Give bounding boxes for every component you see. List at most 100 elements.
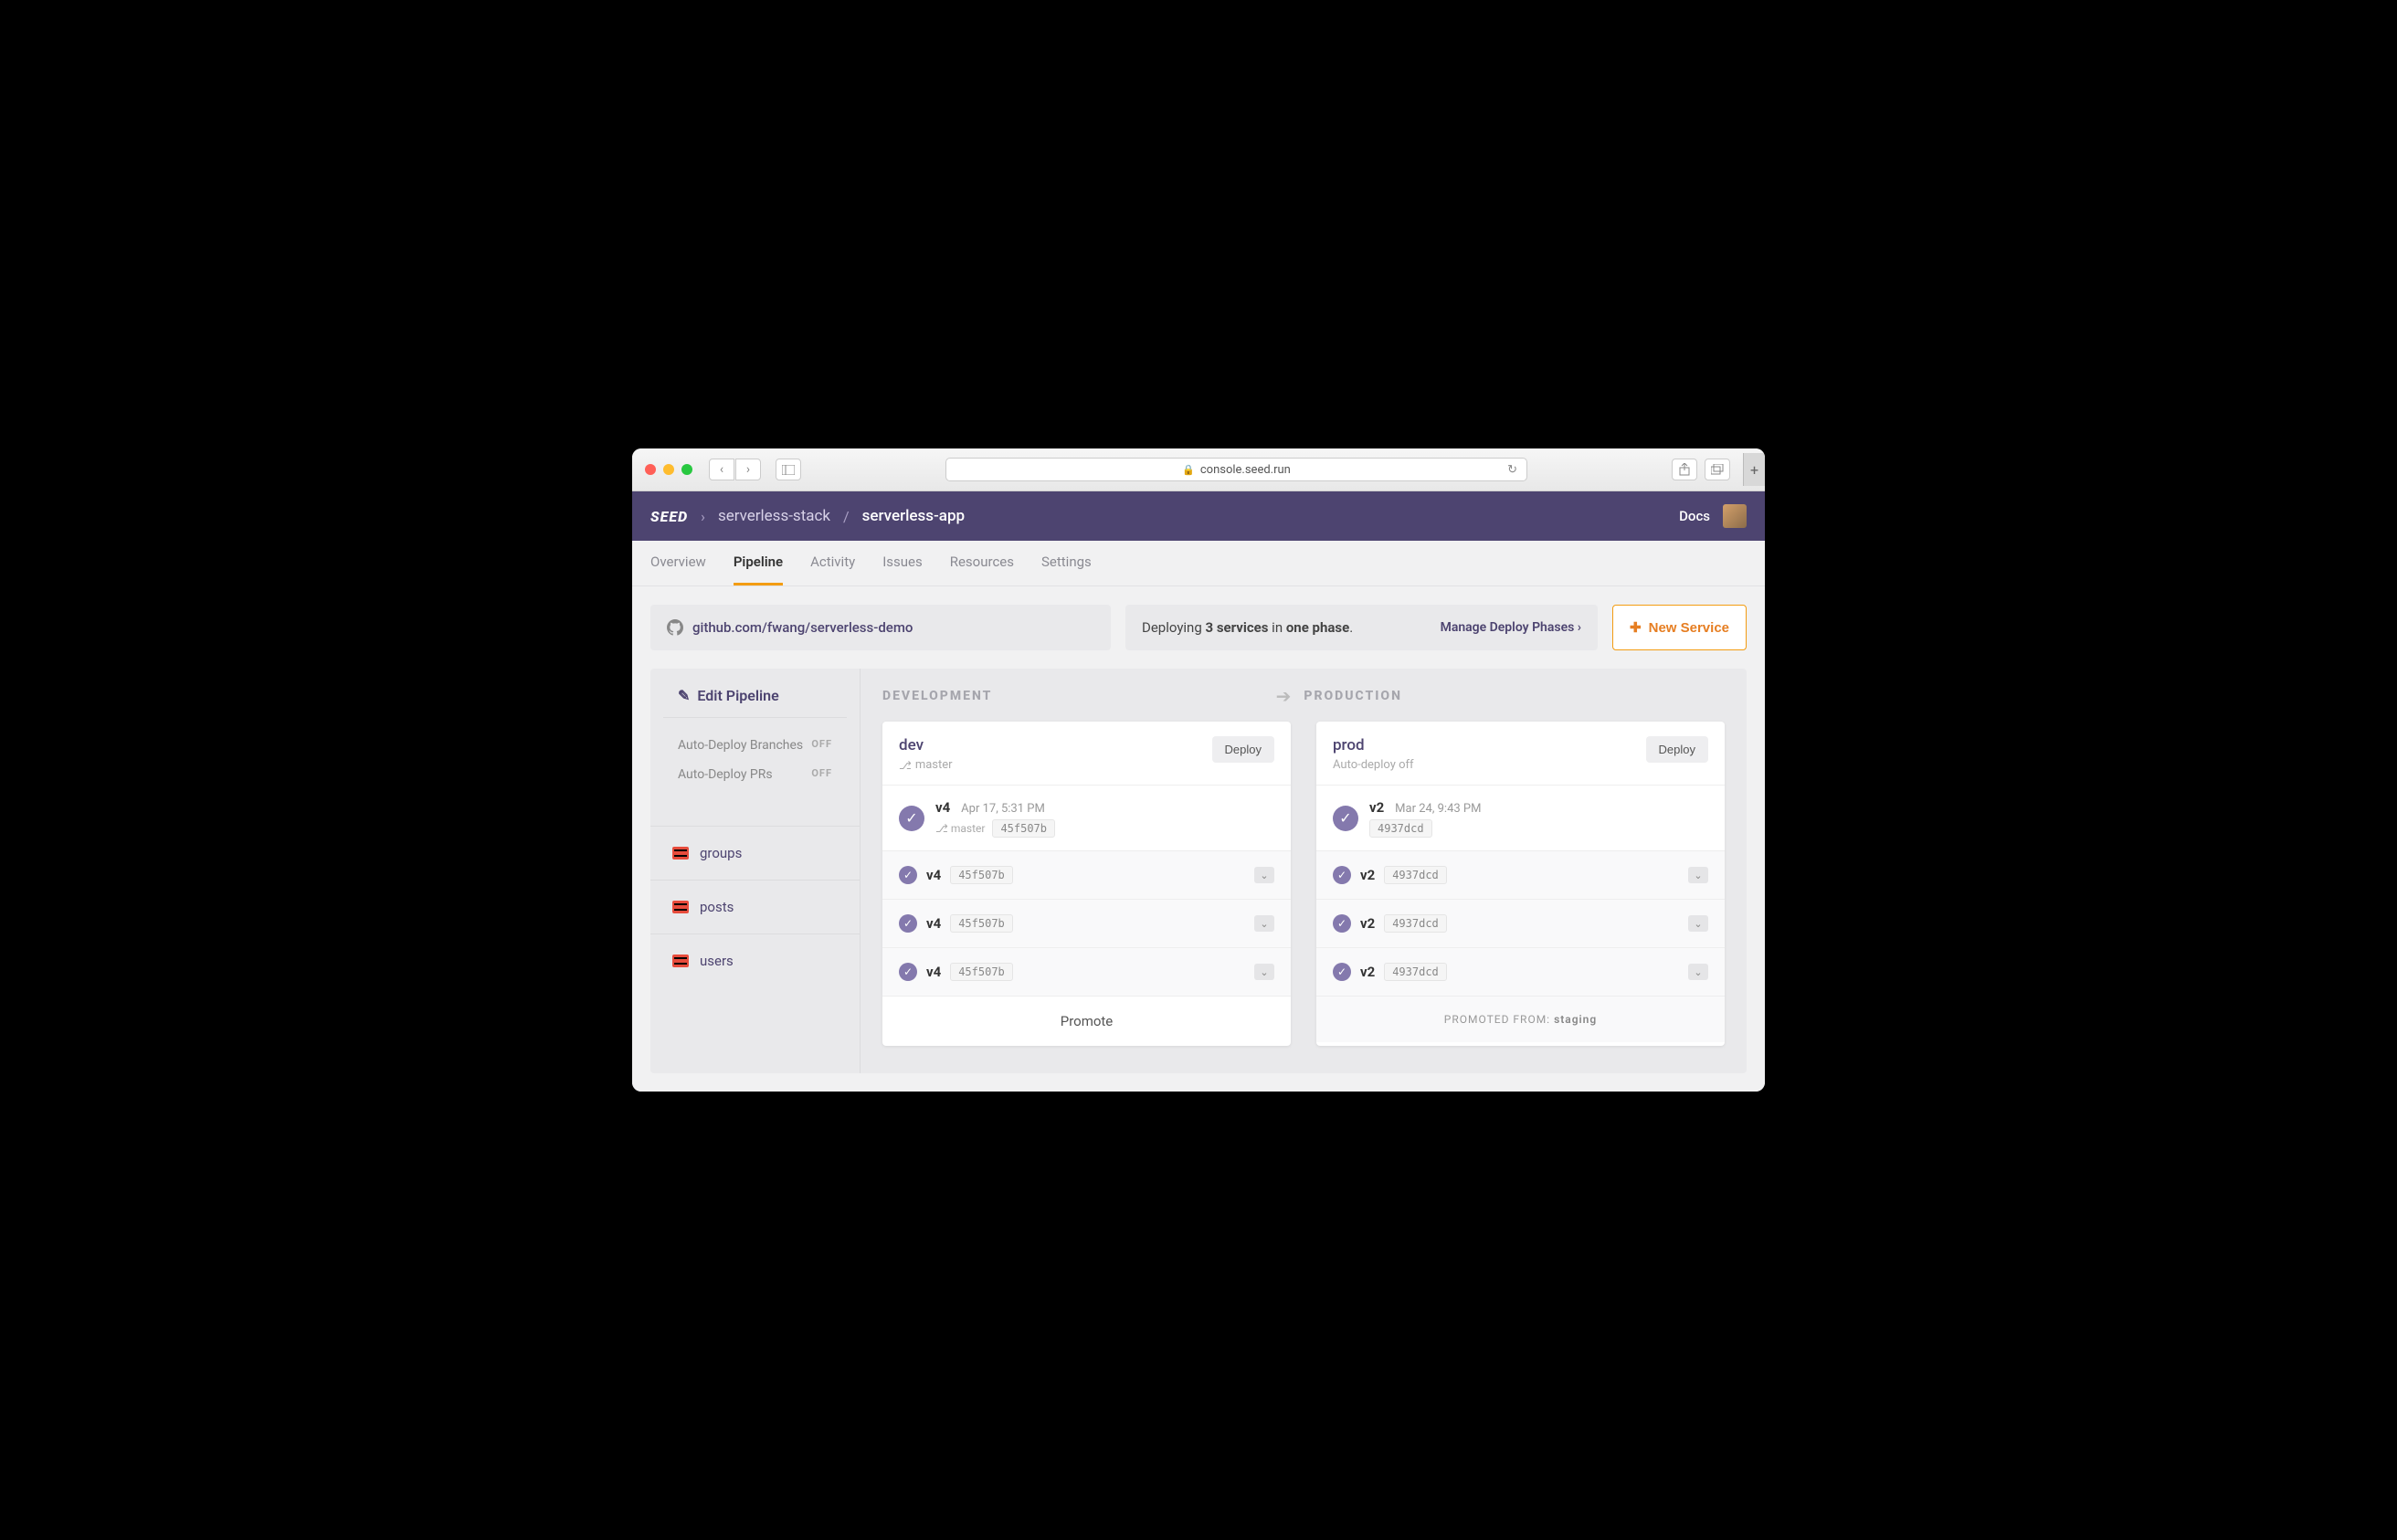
lock-icon: 🔒 — [1182, 464, 1195, 476]
check-icon: ✓ — [899, 914, 917, 933]
build-time: Apr 17, 5:31 PM — [961, 802, 1045, 816]
tab-overview[interactable]: Overview — [650, 541, 706, 585]
arrow-icon: ➔ — [1276, 685, 1292, 707]
close-window-icon[interactable] — [645, 464, 656, 475]
expand-button[interactable]: ⌄ — [1688, 867, 1708, 883]
docs-link[interactable]: Docs — [1679, 508, 1710, 524]
build-version: v2 — [1369, 799, 1384, 816]
share-button[interactable] — [1672, 459, 1697, 480]
stage-card-dev: dev ⎇ master Deploy ✓ v4 — [882, 722, 1291, 1046]
breadcrumb-app[interactable]: serverless-app — [862, 507, 965, 525]
dev-header: DEVELOPMENT — [882, 689, 1304, 703]
sidebar-service-groups[interactable]: groups — [650, 826, 860, 880]
browser-window: ‹ › 🔒 console.seed.run ↻ + SEED › server… — [632, 448, 1765, 1092]
pipeline: ✎ Edit Pipeline Auto-Deploy Branches OFF… — [650, 669, 1747, 1073]
tab-settings[interactable]: Settings — [1041, 541, 1092, 585]
check-icon: ✓ — [899, 963, 917, 981]
deploy-button-dev[interactable]: Deploy — [1212, 736, 1274, 763]
check-icon: ✓ — [899, 806, 924, 831]
address-bar[interactable]: 🔒 console.seed.run ↻ — [945, 458, 1527, 481]
services-section: ✓ v2 4937dcd ⌄ ✓ v2 4937dcd ⌄ — [1316, 850, 1725, 996]
app-header: SEED › serverless-stack / serverless-app… — [632, 491, 1765, 541]
tab-activity[interactable]: Activity — [810, 541, 855, 585]
stage-sub: Auto-deploy off — [1333, 758, 1414, 772]
reload-icon[interactable]: ↻ — [1507, 463, 1517, 477]
hash-tag: 4937dcd — [1384, 866, 1447, 884]
deploy-button-prod[interactable]: Deploy — [1646, 736, 1708, 763]
expand-button[interactable]: ⌄ — [1254, 867, 1274, 883]
sidebar-service-posts[interactable]: posts — [650, 880, 860, 933]
build-row[interactable]: ✓ v4 Apr 17, 5:31 PM ⎇master 45f507b — [882, 786, 1291, 850]
breadcrumb-sep: › — [701, 508, 705, 525]
hash-tag: 45f507b — [992, 819, 1055, 838]
edit-pipeline-label: Edit Pipeline — [697, 687, 778, 704]
forward-button[interactable]: › — [735, 459, 761, 480]
back-button[interactable]: ‹ — [709, 459, 734, 480]
pencil-icon: ✎ — [678, 687, 690, 704]
build-version: v4 — [926, 867, 941, 883]
hash-tag: 45f507b — [950, 914, 1013, 933]
sidebar-toggle-button[interactable] — [776, 459, 801, 480]
url-text: console.seed.run — [1200, 463, 1291, 477]
breadcrumb-org[interactable]: serverless-stack — [718, 507, 830, 525]
plus-icon: ✚ — [1630, 619, 1642, 636]
deploy-text: Deploying 3 services in one phase. — [1142, 619, 1353, 636]
breadcrumb-sep: / — [843, 508, 850, 525]
build-version: v4 — [926, 964, 941, 980]
service-build: ✓ v4 45f507b ⌄ — [882, 948, 1291, 996]
browser-chrome: ‹ › 🔒 console.seed.run ↻ + — [632, 448, 1765, 491]
hash-tag: 4937dcd — [1384, 963, 1447, 981]
hash-tag: 45f507b — [950, 963, 1013, 981]
check-icon: ✓ — [1333, 806, 1358, 831]
auto-deploy-prs[interactable]: Auto-Deploy PRs OFF — [663, 760, 847, 789]
logo[interactable]: SEED — [650, 508, 688, 525]
service-build: ✓ v2 4937dcd ⌄ — [1316, 851, 1725, 900]
tab-issues[interactable]: Issues — [882, 541, 923, 585]
pipeline-main: DEVELOPMENT ➔ PRODUCTION dev ⎇ master — [861, 669, 1747, 1073]
build-version: v4 — [935, 799, 950, 816]
service-list: groups posts users — [650, 826, 860, 987]
auto-deploy-branches[interactable]: Auto-Deploy Branches OFF — [663, 731, 847, 760]
new-service-label: New Service — [1649, 620, 1729, 636]
new-service-button[interactable]: ✚ New Service — [1612, 605, 1747, 650]
services-section: ✓ v4 45f507b ⌄ ✓ v4 45f507b ⌄ — [882, 850, 1291, 996]
avatar[interactable] — [1723, 504, 1747, 528]
maximize-window-icon[interactable] — [681, 464, 692, 475]
tabs-button[interactable] — [1705, 459, 1730, 480]
branch-tag: ⎇master — [935, 822, 985, 835]
traffic-lights — [645, 464, 692, 475]
stages-row: dev ⎇ master Deploy ✓ v4 — [882, 722, 1725, 1046]
expand-button[interactable]: ⌄ — [1688, 915, 1708, 932]
expand-button[interactable]: ⌄ — [1688, 964, 1708, 980]
new-tab-button[interactable]: + — [1743, 453, 1765, 486]
tabs: Overview Pipeline Activity Issues Resour… — [632, 541, 1765, 586]
service-build: ✓ v2 4937dcd ⌄ — [1316, 900, 1725, 948]
tab-resources[interactable]: Resources — [950, 541, 1014, 585]
expand-button[interactable]: ⌄ — [1254, 964, 1274, 980]
content: github.com/fwang/serverless-demo Deployi… — [632, 586, 1765, 1092]
repo-link[interactable]: github.com/fwang/serverless-demo — [650, 605, 1111, 650]
promote-button[interactable]: Promote — [882, 996, 1291, 1046]
tab-pipeline[interactable]: Pipeline — [734, 541, 783, 585]
edit-pipeline-link[interactable]: ✎ Edit Pipeline — [663, 685, 847, 718]
hash-tag: 45f507b — [950, 866, 1013, 884]
check-icon: ✓ — [1333, 866, 1351, 884]
stage-card-prod: prod Auto-deploy off Deploy ✓ v2 Mar 24,… — [1316, 722, 1725, 1046]
stage-branch: ⎇ master — [899, 758, 953, 772]
hash-tag: 4937dcd — [1384, 914, 1447, 933]
prod-header: PRODUCTION — [1304, 689, 1725, 703]
stage-name[interactable]: dev — [899, 736, 953, 754]
expand-button[interactable]: ⌄ — [1254, 915, 1274, 932]
sidebar-service-users[interactable]: users — [650, 933, 860, 987]
minimize-window-icon[interactable] — [663, 464, 674, 475]
service-icon — [672, 847, 689, 860]
service-icon — [672, 955, 689, 967]
repo-url: github.com/fwang/serverless-demo — [692, 619, 913, 636]
check-icon: ✓ — [899, 866, 917, 884]
top-row: github.com/fwang/serverless-demo Deployi… — [650, 605, 1747, 650]
promoted-from: PROMOTED FROM: staging — [1316, 996, 1725, 1042]
manage-phases-link[interactable]: Manage Deploy Phases › — [1441, 620, 1581, 635]
off-badge: OFF — [811, 738, 832, 753]
stage-name[interactable]: prod — [1333, 736, 1414, 754]
build-row[interactable]: ✓ v2 Mar 24, 9:43 PM 4937dcd — [1316, 786, 1725, 850]
